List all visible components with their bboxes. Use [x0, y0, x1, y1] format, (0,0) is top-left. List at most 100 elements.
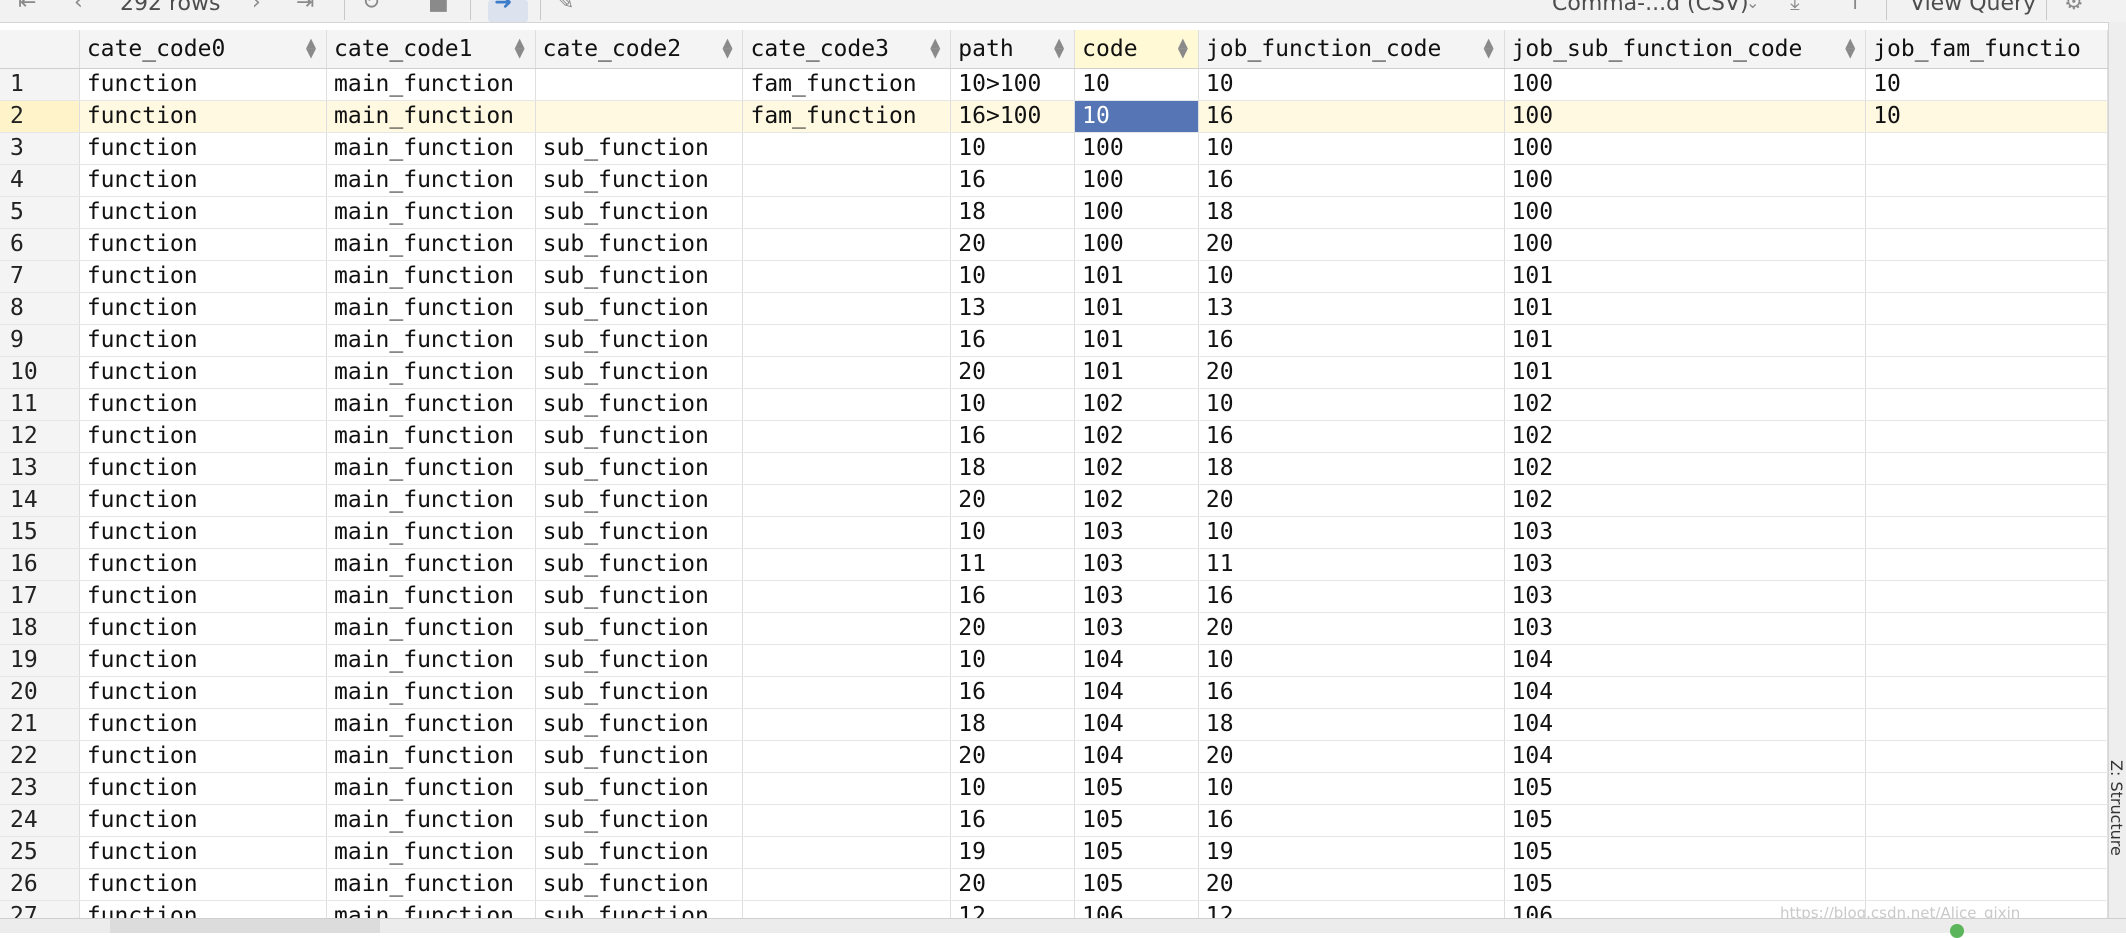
table-cell[interactable]: [1865, 324, 2108, 357]
table-cell[interactable]: 101: [1504, 324, 1867, 357]
table-cell[interactable]: [742, 388, 952, 421]
table-cell[interactable]: 10: [950, 516, 1076, 549]
row-number[interactable]: 25: [0, 836, 80, 869]
table-cell[interactable]: sub_function: [535, 292, 744, 325]
table-cell[interactable]: 104: [1074, 676, 1199, 709]
table-cell[interactable]: [1865, 452, 2108, 485]
table-cell[interactable]: main_function: [326, 612, 536, 645]
download-icon[interactable]: ⤓: [1790, 0, 1800, 16]
column-header[interactable]: cate_code3 ▲ ▼: [742, 30, 952, 69]
table-cell[interactable]: 19: [1198, 836, 1505, 869]
table-cell[interactable]: 10: [950, 260, 1076, 293]
table-cell[interactable]: 100: [1504, 100, 1867, 133]
table-cell[interactable]: [1865, 740, 2108, 773]
table-cell[interactable]: 100: [1504, 196, 1867, 229]
row-number[interactable]: 13: [0, 452, 80, 485]
table-cell[interactable]: [1865, 516, 2108, 549]
table-row[interactable]: 23 function main_function sub_function 10 105…: [0, 772, 2108, 805]
table-cell[interactable]: 20: [950, 356, 1076, 389]
table-cell[interactable]: 105: [1074, 772, 1199, 805]
table-cell[interactable]: [742, 612, 952, 645]
table-cell[interactable]: sub_function: [535, 388, 744, 421]
table-cell[interactable]: main_function: [326, 452, 536, 485]
table-cell[interactable]: main_function: [326, 484, 536, 517]
table-cell[interactable]: [1865, 708, 2108, 741]
table-cell[interactable]: 18: [1198, 196, 1505, 229]
table-cell[interactable]: [742, 324, 952, 357]
table-cell[interactable]: sub_function: [535, 772, 744, 805]
row-number[interactable]: 20: [0, 676, 80, 709]
row-number[interactable]: 23: [0, 772, 80, 805]
table-cell[interactable]: sub_function: [535, 644, 744, 677]
table-cell[interactable]: 102: [1504, 388, 1867, 421]
table-cell[interactable]: 16: [950, 580, 1076, 613]
table-cell[interactable]: 103: [1074, 516, 1199, 549]
row-number[interactable]: 9: [0, 324, 80, 357]
table-cell[interactable]: function: [79, 740, 328, 773]
row-number[interactable]: 15: [0, 516, 80, 549]
table-cell[interactable]: [1865, 772, 2108, 805]
table-cell[interactable]: [535, 100, 744, 133]
table-cell[interactable]: sub_function: [535, 900, 744, 918]
table-cell[interactable]: main_function: [326, 68, 536, 101]
row-number[interactable]: 3: [0, 132, 80, 165]
table-cell[interactable]: 20: [1198, 356, 1505, 389]
table-cell[interactable]: 19: [950, 836, 1076, 869]
table-cell[interactable]: function: [79, 676, 328, 709]
table-cell[interactable]: 16: [950, 804, 1076, 837]
row-number[interactable]: 10: [0, 356, 80, 389]
table-cell[interactable]: function: [79, 228, 328, 261]
row-number[interactable]: 21: [0, 708, 80, 741]
table-cell[interactable]: main_function: [326, 580, 536, 613]
table-cell[interactable]: 20: [1198, 484, 1505, 517]
table-cell[interactable]: 10>100: [950, 68, 1076, 101]
table-cell[interactable]: sub_function: [535, 132, 744, 165]
table-cell[interactable]: 104: [1504, 644, 1867, 677]
table-cell[interactable]: function: [79, 164, 328, 197]
table-cell[interactable]: 16: [1198, 804, 1505, 837]
table-cell[interactable]: 10: [1198, 260, 1505, 293]
previous-page-icon[interactable]: ‹: [74, 0, 83, 16]
table-cell[interactable]: main_function: [326, 292, 536, 325]
table-cell[interactable]: 10: [950, 644, 1076, 677]
table-cell[interactable]: function: [79, 292, 328, 325]
table-cell[interactable]: function: [79, 900, 328, 918]
table-cell[interactable]: main_function: [326, 196, 536, 229]
table-cell[interactable]: sub_function: [535, 484, 744, 517]
table-cell[interactable]: 102: [1074, 484, 1199, 517]
sort-icon[interactable]: ▲ ▼: [306, 37, 316, 60]
table-cell[interactable]: function: [79, 420, 328, 453]
table-cell[interactable]: 101: [1074, 356, 1199, 389]
table-cell[interactable]: sub_function: [535, 676, 744, 709]
table-cell[interactable]: 102: [1504, 452, 1867, 485]
table-cell[interactable]: 105: [1074, 836, 1199, 869]
table-cell[interactable]: 100: [1504, 164, 1867, 197]
table-cell[interactable]: 10: [1074, 100, 1199, 133]
table-cell[interactable]: sub_function: [535, 868, 744, 901]
table-cell[interactable]: 20: [950, 868, 1076, 901]
row-number[interactable]: 6: [0, 228, 80, 261]
structure-tool-tab[interactable]: Z: Structure: [2107, 760, 2126, 860]
table-cell[interactable]: 100: [1074, 164, 1199, 197]
table-row[interactable]: 10 function main_function sub_function 20 101…: [0, 356, 2108, 389]
table-cell[interactable]: 18: [950, 708, 1076, 741]
table-cell[interactable]: 104: [1074, 740, 1199, 773]
table-cell[interactable]: 20: [1198, 612, 1505, 645]
table-cell[interactable]: [742, 548, 952, 581]
first-page-icon[interactable]: ⇤: [18, 0, 36, 16]
table-cell[interactable]: function: [79, 100, 328, 133]
table-cell[interactable]: function: [79, 868, 328, 901]
row-number[interactable]: 11: [0, 388, 80, 421]
column-header[interactable]: path ▲ ▼: [950, 30, 1076, 69]
table-cell[interactable]: 104: [1504, 740, 1867, 773]
table-cell[interactable]: main_function: [326, 772, 536, 805]
table-cell[interactable]: main_function: [326, 260, 536, 293]
table-cell[interactable]: 16: [950, 420, 1076, 453]
table-cell[interactable]: 10: [1198, 644, 1505, 677]
table-cell[interactable]: sub_function: [535, 548, 744, 581]
table-cell[interactable]: [535, 68, 744, 101]
table-cell[interactable]: sub_function: [535, 580, 744, 613]
table-cell[interactable]: sub_function: [535, 804, 744, 837]
table-cell[interactable]: 13: [1198, 292, 1505, 325]
table-cell[interactable]: [742, 356, 952, 389]
